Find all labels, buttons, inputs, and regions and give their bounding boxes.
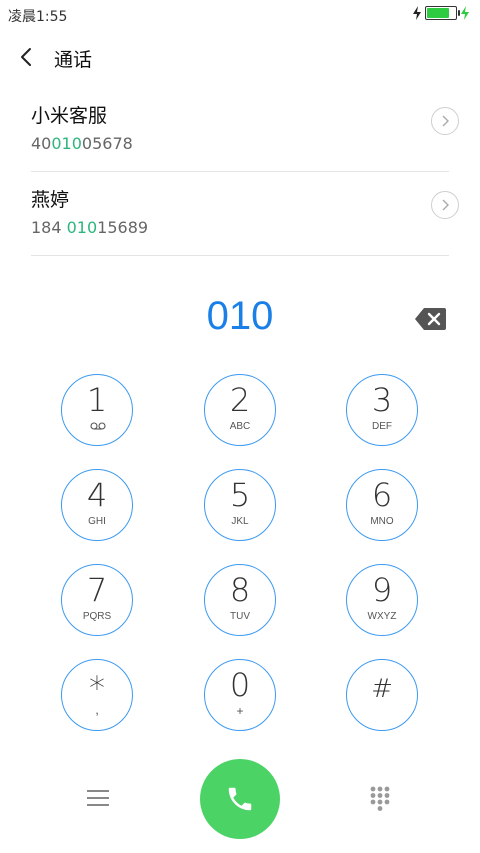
key-7[interactable]: 7 PQRS [61,564,133,636]
number-prefix: 40 [31,134,52,153]
key-letters: PQRS [82,611,112,622]
number-match: 010 [51,134,82,153]
key-letters: WXYZ [367,611,397,622]
key-digit: # [371,674,393,704]
key-letters: MNO [370,516,394,527]
key-5[interactable]: 5 JKL [204,469,276,541]
number-prefix: 184 [31,218,67,237]
key-8[interactable]: 8 TUV [204,564,276,636]
status-time: 凌晨1:55 [8,9,68,25]
dialed-number-display: 010 [206,294,274,338]
key-digit: 0 [229,666,251,704]
key-digit: 2 [229,381,251,419]
contact-row[interactable]: 小米客服 4001005678 [31,87,459,172]
chevron-right-icon [442,115,449,127]
key-digit: 6 [371,476,393,514]
key-letters: DEF [372,421,392,432]
charging-bolt-icon-green [461,6,469,20]
number-match: 010 [66,218,98,237]
voicemail-icon [90,422,106,430]
battery-fill [427,8,449,18]
key-0[interactable]: 0 + [204,659,276,731]
key-digit: 3 [371,381,393,419]
number-suffix: 05678 [81,134,133,153]
key-digit: 1 [86,381,108,419]
key-star[interactable]: * , [61,659,133,731]
phone-icon [228,787,252,811]
key-plus: + [236,704,244,718]
key-digit: 9 [371,571,393,609]
back-arrow-icon[interactable] [16,46,38,68]
key-letters: TUV [230,611,250,622]
contact-number: 184 01015689 [31,218,148,237]
call-button[interactable] [200,759,280,839]
backspace-icon[interactable] [415,308,446,330]
header: 通话 [0,36,480,80]
contact-number: 4001005678 [31,134,133,153]
key-letters: GHI [88,516,106,527]
key-digit: 7 [86,571,108,609]
key-digit: 8 [229,571,251,609]
key-digit: * [89,669,105,707]
chevron-right-icon [442,199,449,211]
contact-name: 小米客服 [31,105,108,127]
menu-icon[interactable] [86,788,110,808]
key-6[interactable]: 6 MNO [346,469,418,541]
status-bar: 凌晨1:55 [0,0,480,28]
key-digit: 4 [86,476,108,514]
key-1[interactable]: 1 [61,374,133,446]
dialpad-icon[interactable] [369,785,391,811]
key-pause: , [95,702,99,717]
battery-tip [458,10,460,16]
contact-name: 燕婷 [31,189,70,211]
contact-row[interactable]: 燕婷 184 01015689 [31,171,459,256]
status-indicators [412,6,470,20]
key-hash[interactable]: # [346,659,418,731]
contact-detail-button[interactable] [431,191,459,219]
battery-icon [425,6,460,20]
key-2[interactable]: 2 ABC [204,374,276,446]
charging-bolt-icon [413,6,421,20]
page-title: 通话 [54,49,93,71]
key-letters: JKL [231,516,249,527]
key-3[interactable]: 3 DEF [346,374,418,446]
key-letters: ABC [229,421,251,432]
number-suffix: 15689 [97,218,149,237]
contact-detail-button[interactable] [431,107,459,135]
key-digit: 5 [229,476,251,514]
key-9[interactable]: 9 WXYZ [346,564,418,636]
key-4[interactable]: 4 GHI [61,469,133,541]
